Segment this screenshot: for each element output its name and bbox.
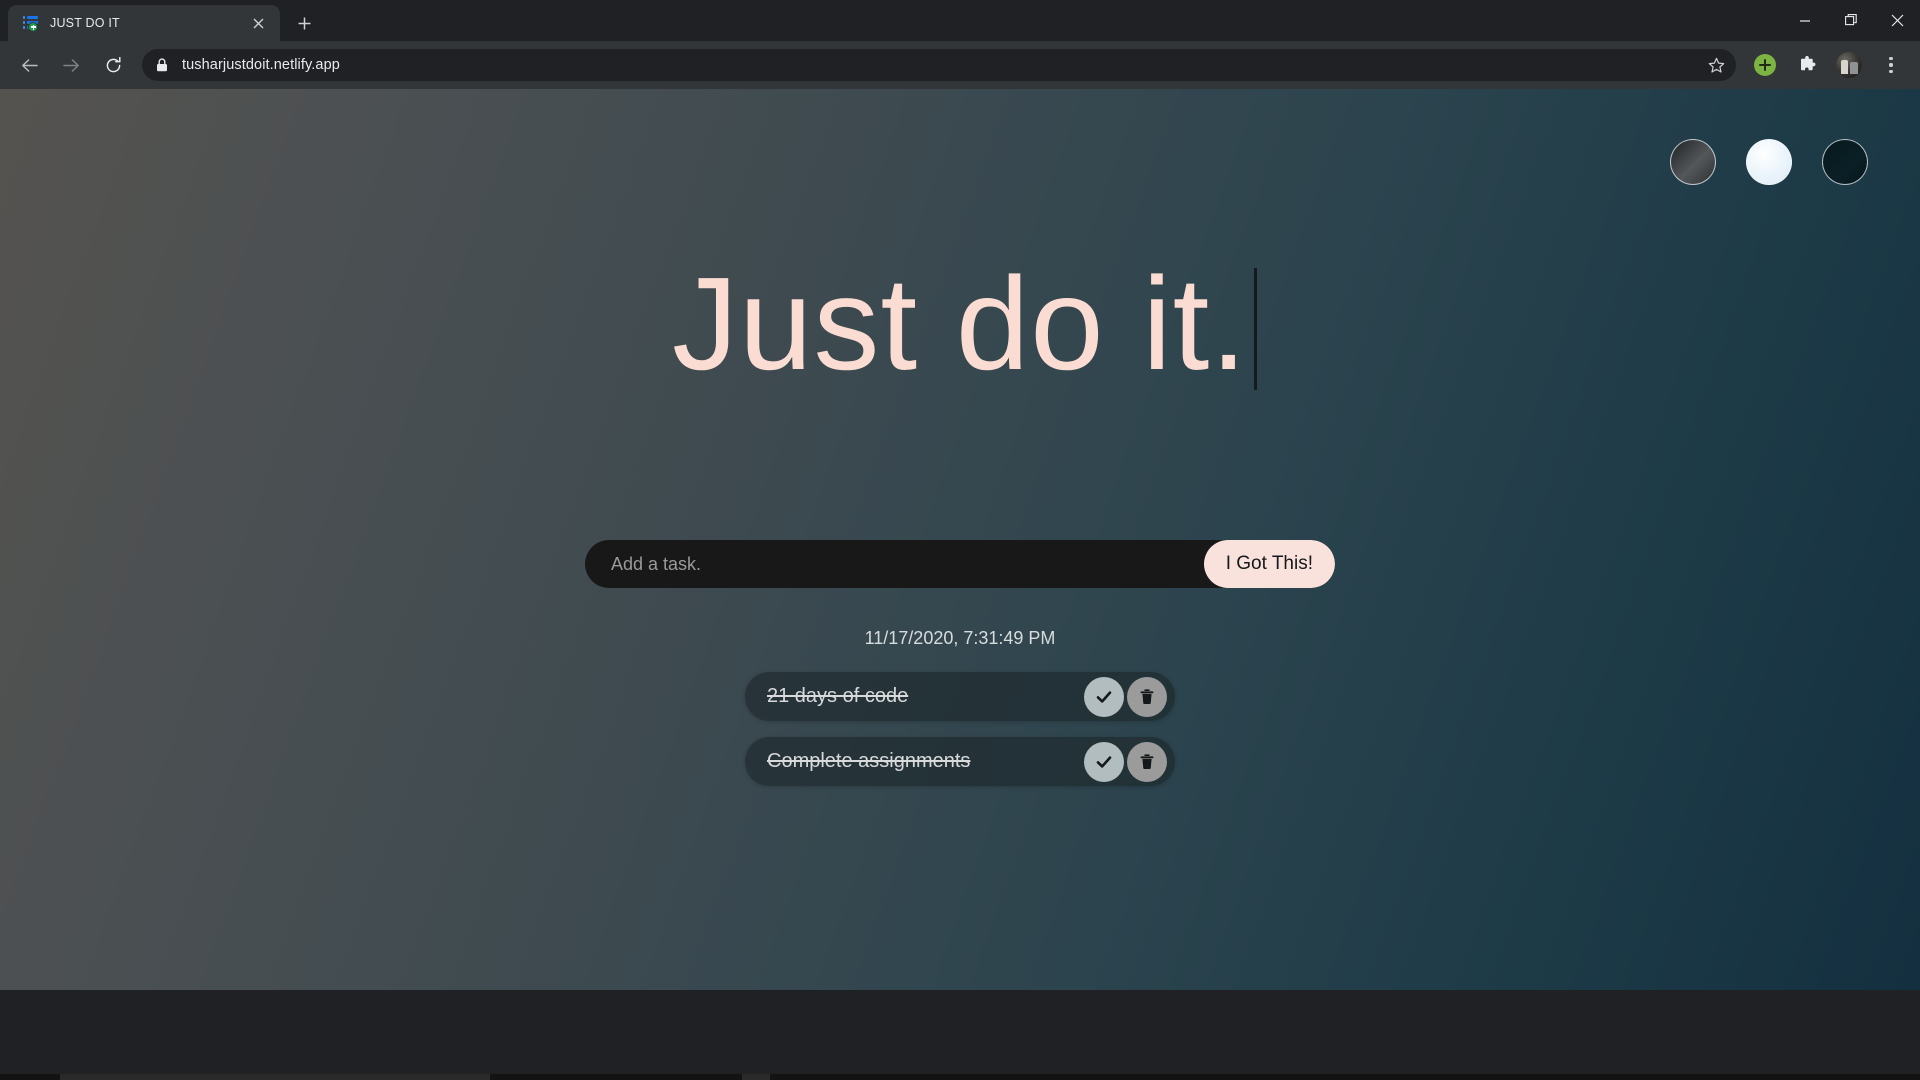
theme-swatch-dark[interactable] bbox=[1670, 139, 1716, 185]
theme-swatch-black[interactable] bbox=[1822, 139, 1868, 185]
profile-avatar[interactable] bbox=[1832, 48, 1866, 82]
theme-swatch-light[interactable] bbox=[1746, 139, 1792, 185]
tab-title: JUST DO IT bbox=[50, 16, 120, 30]
delete-task-button[interactable] bbox=[1127, 741, 1167, 782]
page-content: Just do it. I Got This! 11/17/2020, 7:31… bbox=[0, 89, 1920, 990]
hero: Just do it. bbox=[0, 258, 1920, 390]
new-tab-button[interactable] bbox=[290, 9, 318, 37]
list-add-icon bbox=[22, 14, 40, 32]
theme-switcher bbox=[1670, 139, 1868, 185]
submit-task-button[interactable]: I Got This! bbox=[1203, 540, 1335, 588]
task-input[interactable] bbox=[585, 540, 1204, 588]
minimize-button[interactable] bbox=[1782, 0, 1828, 41]
task-label: 21 days of code bbox=[767, 685, 909, 707]
complete-task-button[interactable] bbox=[1084, 741, 1124, 782]
green-plus-icon[interactable] bbox=[1748, 48, 1782, 82]
task-label: Complete assignments bbox=[767, 750, 971, 772]
close-button[interactable] bbox=[1874, 0, 1920, 41]
forward-arrow-icon[interactable] bbox=[53, 47, 89, 83]
address-bar[interactable]: tusharjustdoit.netlify.app bbox=[142, 49, 1736, 81]
complete-task-button[interactable] bbox=[1084, 676, 1124, 717]
browser-window: JUST DO IT tusharjustdoit.netlify.app Ju… bbox=[0, 0, 1920, 1080]
star-icon[interactable] bbox=[1702, 51, 1730, 79]
page-title: Just do it. bbox=[672, 258, 1257, 390]
delete-task-button[interactable] bbox=[1127, 676, 1167, 717]
os-taskbar bbox=[0, 1074, 1920, 1080]
timestamp: 11/17/2020, 7:31:49 PM bbox=[864, 628, 1056, 648]
reload-icon[interactable] bbox=[95, 47, 131, 83]
title-caret bbox=[1253, 268, 1257, 390]
browser-toolbar: tusharjustdoit.netlify.app bbox=[0, 41, 1920, 89]
browser-tab[interactable]: JUST DO IT bbox=[8, 5, 280, 41]
tab-close-icon[interactable] bbox=[246, 11, 270, 35]
puzzle-piece-icon[interactable] bbox=[1790, 48, 1824, 82]
maximize-button[interactable] bbox=[1828, 0, 1874, 41]
back-arrow-icon[interactable] bbox=[11, 47, 47, 83]
lock-icon bbox=[156, 58, 168, 72]
task-row: 21 days of code bbox=[745, 672, 1175, 721]
task-list: 21 days of code Complete assignments bbox=[745, 672, 1175, 786]
url-text: tusharjustdoit.netlify.app bbox=[182, 57, 340, 73]
task-row: Complete assignments bbox=[745, 737, 1175, 786]
tab-strip: JUST DO IT bbox=[0, 0, 1920, 41]
three-dot-menu-icon[interactable] bbox=[1874, 48, 1908, 82]
window-controls bbox=[1782, 0, 1920, 41]
add-task-form: I Got This! bbox=[585, 540, 1335, 588]
